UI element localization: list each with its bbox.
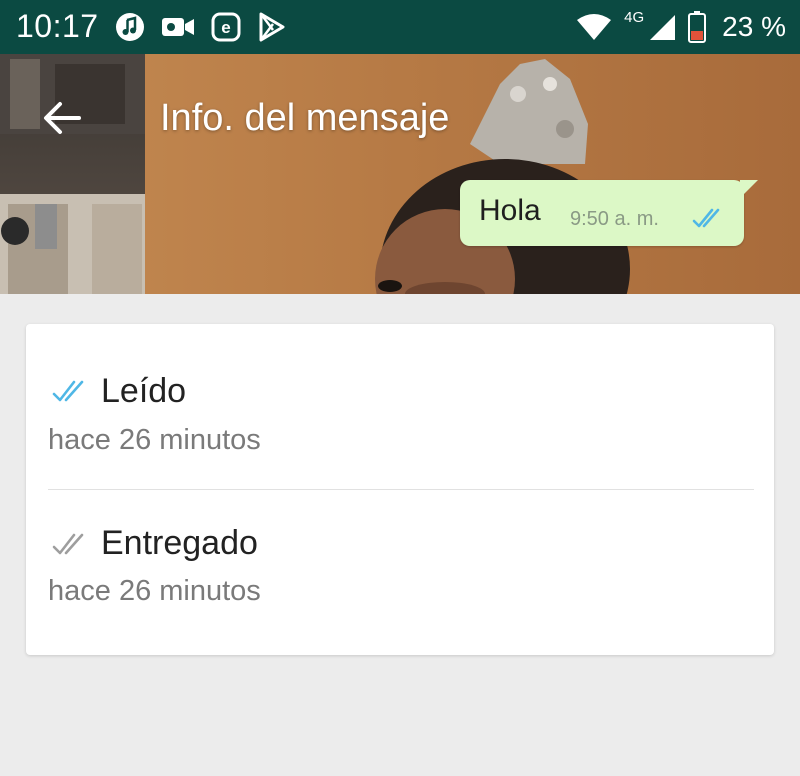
signal-icon [648, 13, 676, 41]
double-check-blue-icon [692, 207, 726, 234]
wifi-icon [576, 13, 612, 41]
arrow-back-icon [44, 102, 81, 134]
play-store-icon [257, 12, 285, 42]
network-type: 4G [624, 8, 645, 26]
page-title: Info. del mensaje [160, 97, 450, 139]
wallpaper-photo [0, 54, 800, 294]
receipt-label: Entregado [101, 524, 258, 562]
battery-percent: 23 % [722, 11, 786, 42]
system-icons: 4G 23 % [576, 7, 786, 47]
bubble-tail [740, 180, 758, 198]
chat-wallpaper-header: Info. del mensaje Hola 9:50 a. m. [0, 54, 800, 294]
video-camera-icon [161, 15, 195, 39]
message-bubble[interactable]: Hola 9:50 a. m. [460, 180, 744, 246]
receipt-row-read: Leído hace 26 minutos [26, 324, 774, 474]
e-app-icon: e [211, 12, 241, 42]
status-time: 10:17 [16, 8, 99, 44]
receipt-time: hace 26 minutos [48, 424, 261, 456]
music-app-icon [115, 12, 145, 42]
receipt-row-delivered: Entregado hace 26 minutos [26, 490, 774, 640]
double-check-gray-icon [52, 532, 90, 561]
battery-icon [688, 11, 707, 43]
receipt-label: Leído [101, 372, 187, 410]
message-receipts-card: Leído hace 26 minutos Entregado hace 26 … [26, 324, 774, 655]
status-bar: 10:17 e 4G 23 % [0, 0, 800, 54]
receipt-time: hace 26 minutos [48, 575, 261, 607]
message-time: 9:50 a. m. [570, 208, 659, 230]
notification-icons: e [115, 11, 285, 43]
back-button[interactable] [36, 92, 88, 144]
double-check-blue-icon [52, 379, 90, 408]
message-text: Hola [479, 194, 541, 227]
svg-text:e: e [221, 18, 230, 37]
